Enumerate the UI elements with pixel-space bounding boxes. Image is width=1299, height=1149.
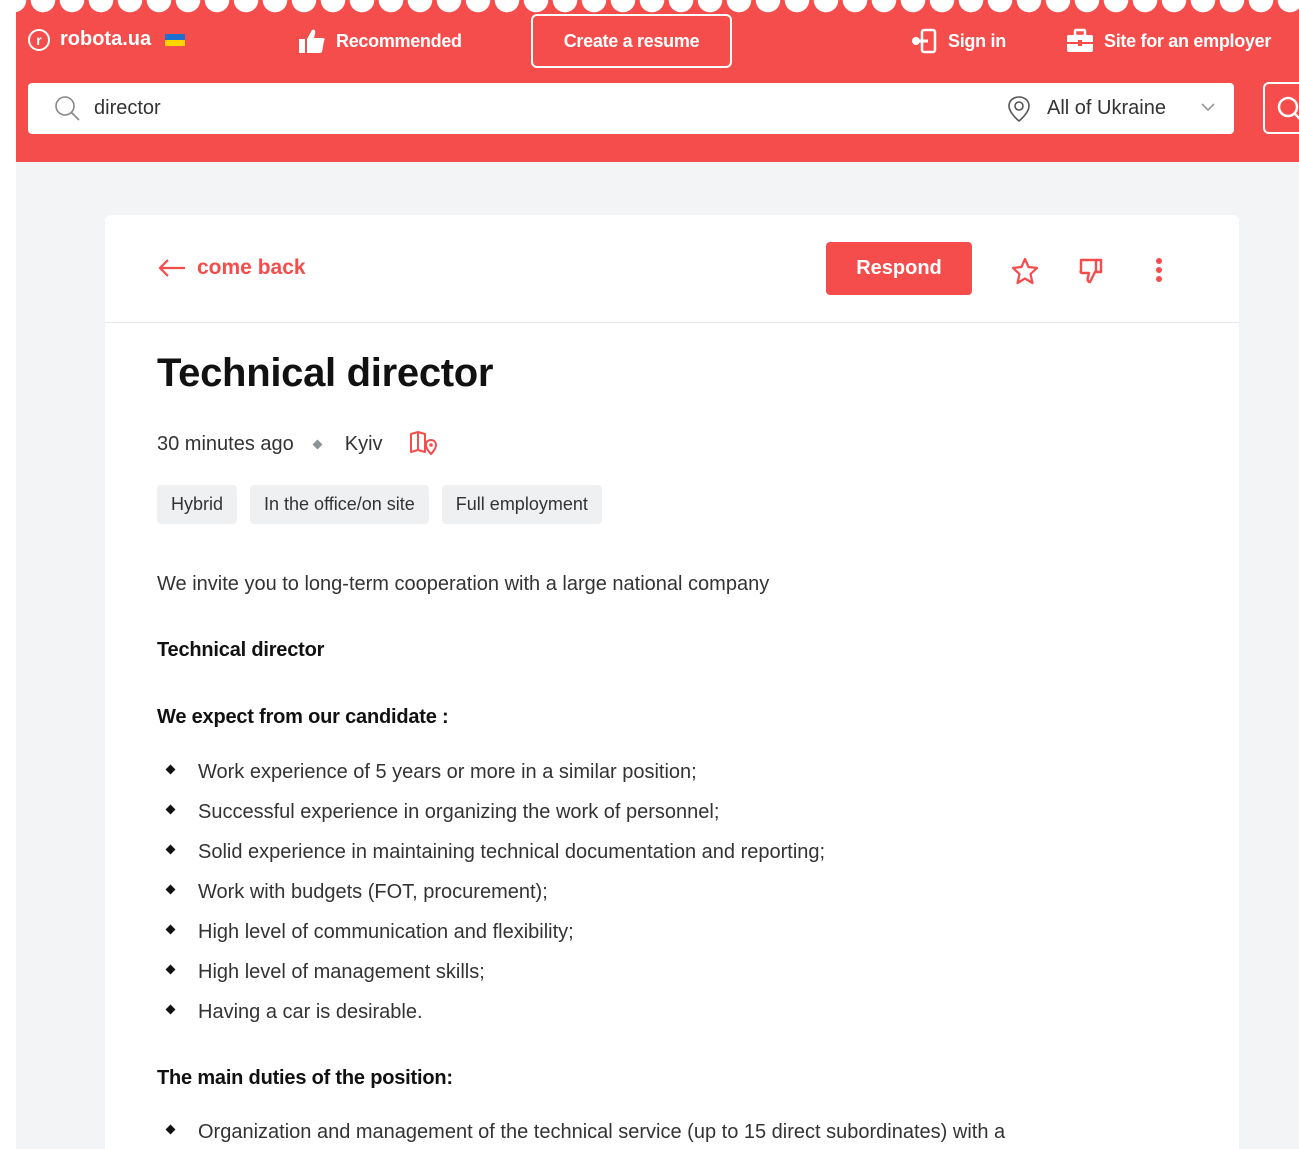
bullet-icon <box>165 804 176 815</box>
vacancy-meta: 30 minutes ago Kyiv <box>157 430 439 458</box>
bullet-icon <box>165 844 176 855</box>
tag-list: Hybrid In the office/on site Full employ… <box>157 485 615 524</box>
page: r robota.ua Recommended Create a resume … <box>0 0 1299 1149</box>
posted-time: 30 minutes ago <box>157 432 294 455</box>
bullet-icon <box>165 764 176 775</box>
back-label: come back <box>197 256 306 279</box>
sign-in-icon <box>912 28 937 54</box>
list-item: High level of communication and flexibil… <box>157 917 825 957</box>
vacancy-card: come back Respond Technical director 30 … <box>105 215 1239 1149</box>
briefcase-icon <box>1067 28 1093 52</box>
search-bar: director All of Ukraine <box>28 83 1234 134</box>
list-item: High level of management skills; <box>157 957 825 997</box>
bullet-icon <box>165 1004 176 1015</box>
more-options-button[interactable] <box>1143 255 1175 287</box>
description-title: Technical director <box>157 639 325 661</box>
sign-in-link[interactable]: Sign in <box>910 28 1006 54</box>
create-resume-button[interactable]: Create a resume <box>531 14 732 68</box>
recommended-label: Recommended <box>336 30 462 51</box>
page-title: Technical director <box>157 351 494 395</box>
list-item-text: Organization and management of the techn… <box>198 1121 1006 1143</box>
duties-list: Organization and management of the techn… <box>157 1117 1005 1149</box>
tag-employment: Full employment <box>441 485 602 524</box>
bullet-icon <box>165 924 176 935</box>
map-icon[interactable] <box>409 430 439 458</box>
expectations-heading: We expect from our candidate : <box>157 706 449 728</box>
list-item: Solid experience in maintaining technica… <box>157 837 825 877</box>
list-item-text: High level of management skills; <box>198 961 485 983</box>
tag-location-type: In the office/on site <box>250 485 429 524</box>
thumbs-down-icon <box>1079 258 1103 284</box>
dislike-button[interactable] <box>1076 255 1108 287</box>
location-select[interactable]: All of Ukraine <box>1047 97 1166 120</box>
search-submit-button[interactable] <box>1263 82 1299 134</box>
list-item: Organization and management of the techn… <box>157 1117 1005 1149</box>
employer-label: Site for an employer <box>1104 30 1272 51</box>
employer-link[interactable]: Site for an employer <box>1066 28 1271 54</box>
top-header: r robota.ua Recommended Create a resume … <box>16 0 1299 162</box>
location-pin-icon <box>1006 95 1032 128</box>
intro-text: We invite you to long-term cooperation w… <box>157 573 770 595</box>
more-vertical-icon <box>1156 258 1162 282</box>
bullet-icon <box>165 964 176 975</box>
list-item-text: Work with budgets (FOT, procurement); <box>198 881 548 903</box>
list-item: Work with budgets (FOT, procurement); <box>157 877 825 917</box>
recommended-link[interactable]: Recommended <box>298 28 462 54</box>
tag-work-format: Hybrid <box>157 485 238 524</box>
list-item-text: High level of communication and flexibil… <box>198 921 574 943</box>
thumbs-up-icon <box>299 29 325 53</box>
bullet-icon <box>165 884 176 895</box>
search-icon <box>1277 96 1299 120</box>
list-item: Work experience of 5 years or more in a … <box>157 757 825 797</box>
search-icon <box>54 95 82 128</box>
sign-in-label: Sign in <box>948 30 1006 51</box>
list-item: Successful experience in organizing the … <box>157 797 825 837</box>
vacancy-toolbar: come back Respond <box>105 215 1239 323</box>
duties-heading: The main duties of the position: <box>157 1067 453 1089</box>
arrow-left-icon <box>158 259 185 277</box>
expectations-list: Work experience of 5 years or more in a … <box>157 757 825 1037</box>
city: Kyiv <box>344 432 383 455</box>
logo-icon: r <box>28 28 50 51</box>
list-item-text: Work experience of 5 years or more in a … <box>198 761 697 783</box>
bullet-icon <box>165 1124 176 1135</box>
list-item: Having a car is desirable. <box>157 997 825 1037</box>
list-item-text: Successful experience in organizing the … <box>198 801 720 823</box>
logo[interactable]: r robota.ua <box>28 28 186 51</box>
favorite-button[interactable] <box>1009 255 1041 287</box>
chevron-down-icon[interactable] <box>1200 99 1216 120</box>
torn-edge <box>0 0 1299 20</box>
separator-dot <box>312 439 323 449</box>
list-item-text: Solid experience in maintaining technica… <box>198 841 826 863</box>
list-item-text: Having a car is desirable. <box>198 1001 423 1023</box>
back-link[interactable]: come back <box>157 256 306 280</box>
star-icon <box>1011 257 1039 285</box>
ukraine-flag-icon <box>165 33 186 46</box>
logo-text: robota.ua <box>60 28 152 50</box>
search-input[interactable]: director <box>94 97 161 120</box>
respond-button[interactable]: Respond <box>826 242 972 295</box>
